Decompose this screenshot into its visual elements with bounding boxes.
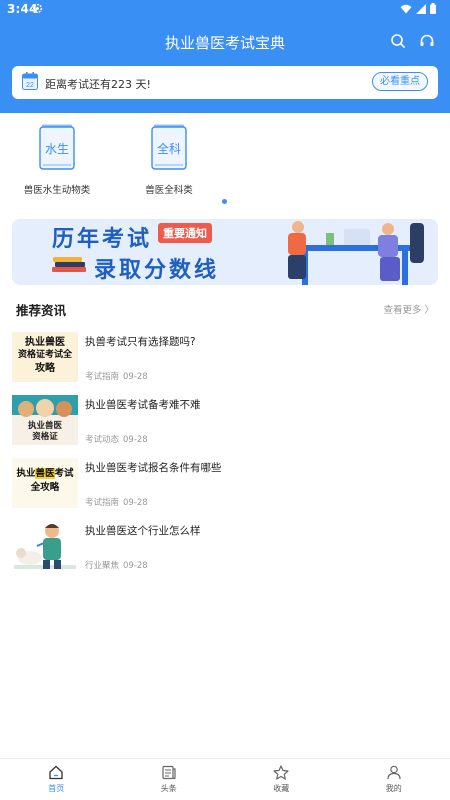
thumb-text: 全攻略 (30, 482, 60, 493)
section-title: 推荐资讯 (16, 303, 67, 318)
star-icon (273, 765, 289, 780)
news-thumbnail (12, 521, 78, 571)
headset-icon[interactable] (419, 33, 435, 49)
nav-label: 首页 (48, 784, 65, 793)
signal-icon (416, 3, 426, 14)
key-points-button[interactable]: 必看重点 (372, 72, 428, 91)
news-meta: 考试指南 09-28 (85, 496, 152, 508)
page-title: 执业兽医考试宝典 (164, 34, 285, 52)
puppies-illustration (18, 399, 72, 417)
news-title: 执业兽医考试报名条件有哪些 (85, 462, 222, 474)
news-date: 09-28 (123, 561, 148, 571)
news-title: 执业兽医这个行业怎么样 (85, 525, 201, 537)
title-row: 执业兽医考试宝典 (0, 26, 450, 56)
category-label: 兽医水生动物类 (23, 185, 91, 196)
notice-badge: 重要通知 (158, 223, 212, 243)
home-icon (49, 765, 63, 780)
category-label: 兽医全科类 (145, 185, 193, 196)
news-title: 执兽考试只有选择题吗? (85, 336, 196, 348)
nav-label: 收藏 (273, 784, 290, 793)
banner-subtitle: 录取分数线 (94, 258, 220, 283)
news-date: 09-28 (123, 435, 148, 445)
calendar-icon: 22 (22, 72, 38, 90)
calendar-day: 22 (26, 82, 34, 89)
status-bar: 3:44 (0, 0, 450, 18)
news-category: 考试指南 (85, 498, 120, 508)
nav-favorites[interactable]: 收藏 (225, 759, 338, 800)
exam-countdown-card: 22 距离考试还有223 天! 必看重点 (12, 66, 438, 99)
battery-icon (430, 3, 436, 14)
page-indicator-dot (222, 199, 227, 204)
news-date: 09-28 (123, 372, 148, 382)
news-meta: 行业聚焦 09-28 (85, 559, 152, 571)
user-icon (387, 765, 401, 780)
nav-home[interactable]: 首页 (0, 759, 113, 800)
news-item[interactable]: 执业兽医 资格证 执业兽医考试备考难不难 考试动态 09-28 (12, 395, 438, 445)
thumb-text: 攻略 (35, 363, 55, 374)
news-thumbnail: 执业兽医 资格证 (12, 395, 78, 445)
status-indicators (400, 3, 436, 14)
category-general[interactable]: 全科 兽医全科类 (114, 124, 224, 196)
category-aquatic-animal[interactable]: 水生 兽医水生动物类 (2, 124, 112, 196)
thumb-text: 执业兽医 (25, 337, 65, 348)
search-icon[interactable] (390, 33, 406, 49)
nav-label: 头条 (160, 784, 177, 793)
news-meta: 考试指南 09-28 (85, 370, 152, 382)
bottom-navigation: 首页 头条 收藏 我的 (0, 758, 450, 800)
news-meta: 考试动态 09-28 (85, 433, 152, 445)
news-item[interactable]: 执业兽医这个行业怎么样 行业聚焦 09-28 (12, 521, 438, 571)
app-header: 3:44 执业兽医考试宝典 22 距离考试还有223 天! 必看重点 (0, 0, 450, 113)
thumb-text: 执业兽医 (27, 421, 62, 431)
score-line-banner[interactable]: 历年考试 重要通知 录取分数线 (12, 219, 438, 285)
countdown-text: 距离考试还有223 天! (45, 78, 151, 91)
book-label: 全科 (156, 142, 181, 156)
settings-gear-icon (32, 3, 43, 14)
nav-headlines[interactable]: 头条 (113, 759, 226, 800)
news-thumbnail: 执业兽医考试 全攻略 (12, 458, 78, 508)
vet-illustration (14, 524, 76, 569)
news-title: 执业兽医考试备考难不难 (85, 399, 201, 411)
book-icon: 水生 (39, 124, 75, 170)
thumb-highlight: 兽医 (35, 468, 55, 479)
news-icon (162, 765, 176, 780)
thumb-text: 资格证 (32, 432, 58, 442)
thumb-text: 执业 (16, 468, 36, 479)
book-label: 水生 (44, 142, 69, 156)
view-more-link[interactable]: 查看更多 〉 (383, 302, 434, 316)
news-item[interactable]: 执业兽医考试 全攻略 执业兽医考试报名条件有哪些 考试指南 09-28 (12, 458, 438, 508)
nav-label: 我的 (385, 784, 402, 793)
news-thumbnail: 执业兽医 资格证考试全 攻略 (12, 332, 78, 382)
news-category: 考试指南 (85, 372, 120, 382)
news-category: 行业聚焦 (85, 561, 120, 571)
news-item[interactable]: 执业兽医 资格证考试全 攻略 执兽考试只有选择题吗? 考试指南 09-28 (12, 332, 438, 382)
news-date: 09-28 (123, 498, 148, 508)
nav-profile[interactable]: 我的 (338, 759, 450, 800)
banner-title: 历年考试 (52, 227, 153, 252)
book-icon: 全科 (151, 124, 187, 170)
thumb-text: 资格证考试全 (17, 350, 72, 360)
news-category: 考试动态 (85, 435, 120, 445)
book-stack-illustration (52, 257, 86, 272)
thumb-text: 考试 (54, 468, 74, 479)
consultation-illustration (288, 221, 424, 285)
wifi-icon (400, 4, 412, 13)
